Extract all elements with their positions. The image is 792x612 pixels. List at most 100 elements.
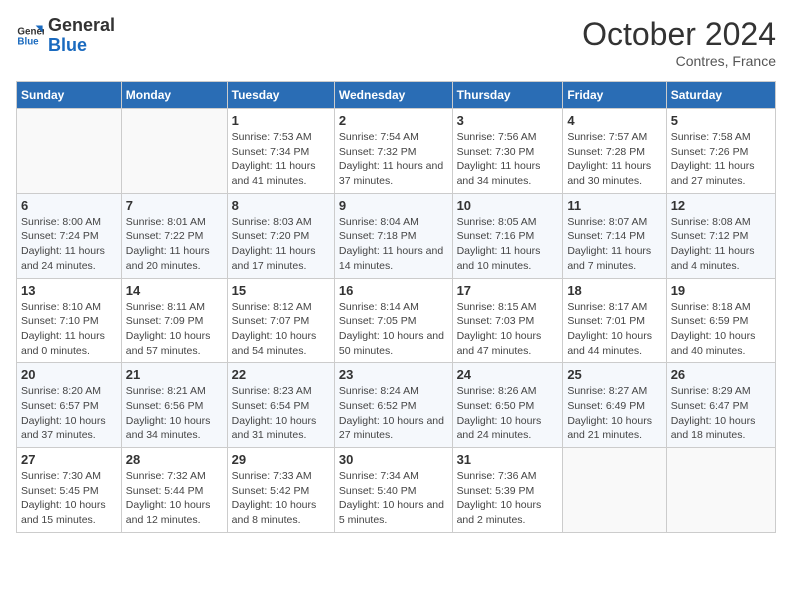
- calendar-cell: [17, 109, 122, 194]
- day-number: 8: [232, 198, 330, 213]
- day-number: 27: [21, 452, 117, 467]
- day-number: 24: [457, 367, 559, 382]
- day-number: 6: [21, 198, 117, 213]
- calendar-cell: 9 Sunrise: 8:04 AM Sunset: 7:18 PM Daylig…: [334, 193, 452, 278]
- day-number: 13: [21, 283, 117, 298]
- calendar-cell: 16Sunrise: 8:14 AM Sunset: 7:05 PM Dayli…: [334, 278, 452, 363]
- day-info: Sunrise: 8:12 AM Sunset: 7:07 PM Dayligh…: [232, 300, 330, 359]
- day-info: Sunrise: 8:01 AM Sunset: 7:22 PM Dayligh…: [126, 215, 223, 274]
- day-number: 30: [339, 452, 448, 467]
- calendar-cell: 19 Sunrise: 8:18 AM Sunset: 6:59 PM Dayli…: [666, 278, 775, 363]
- calendar-cell: 18 Sunrise: 8:17 AM Sunset: 7:01 PM Dayli…: [563, 278, 666, 363]
- day-number: 17: [457, 283, 559, 298]
- calendar-header: SundayMondayTuesdayWednesdayThursdayFrid…: [17, 82, 776, 109]
- day-info: Sunrise: 7:53 AM Sunset: 7:34 PM Dayligh…: [232, 130, 330, 189]
- calendar-cell: 1Sunrise: 7:53 AM Sunset: 7:34 PM Daylig…: [227, 109, 334, 194]
- calendar-cell: [563, 448, 666, 533]
- calendar-cell: 14 Sunrise: 8:11 AM Sunset: 7:09 PM Dayli…: [121, 278, 227, 363]
- calendar-cell: 28 Sunrise: 7:32 AM Sunset: 5:44 PM Dayli…: [121, 448, 227, 533]
- weekday-header-tuesday: Tuesday: [227, 82, 334, 109]
- svg-text:Blue: Blue: [17, 36, 39, 47]
- title-block: October 2024 Contres, France: [582, 16, 776, 69]
- calendar-cell: [666, 448, 775, 533]
- calendar-cell: [121, 109, 227, 194]
- day-number: 2: [339, 113, 448, 128]
- day-info: Sunrise: 8:11 AM Sunset: 7:09 PM Dayligh…: [126, 300, 223, 359]
- day-number: 21: [126, 367, 223, 382]
- weekday-header-thursday: Thursday: [452, 82, 563, 109]
- day-info: Sunrise: 8:14 AM Sunset: 7:05 PM Dayligh…: [339, 300, 448, 359]
- calendar-cell: 2Sunrise: 7:54 AM Sunset: 7:32 PM Daylig…: [334, 109, 452, 194]
- day-info: Sunrise: 8:21 AM Sunset: 6:56 PM Dayligh…: [126, 384, 223, 443]
- day-info: Sunrise: 8:07 AM Sunset: 7:14 PM Dayligh…: [567, 215, 661, 274]
- weekday-header-monday: Monday: [121, 82, 227, 109]
- calendar-cell: 4 Sunrise: 7:57 AM Sunset: 7:28 PM Daylig…: [563, 109, 666, 194]
- logo: General Blue General Blue: [16, 16, 115, 56]
- day-number: 12: [671, 198, 771, 213]
- day-number: 25: [567, 367, 661, 382]
- weekday-header-wednesday: Wednesday: [334, 82, 452, 109]
- day-number: 14: [126, 283, 223, 298]
- day-info: Sunrise: 7:56 AM Sunset: 7:30 PM Dayligh…: [457, 130, 559, 189]
- day-number: 18: [567, 283, 661, 298]
- day-number: 9: [339, 198, 448, 213]
- calendar-cell: 30 Sunrise: 7:34 AM Sunset: 5:40 PM Dayli…: [334, 448, 452, 533]
- location-subtitle: Contres, France: [582, 53, 776, 69]
- day-info: Sunrise: 7:32 AM Sunset: 5:44 PM Dayligh…: [126, 469, 223, 528]
- calendar-cell: 29Sunrise: 7:33 AM Sunset: 5:42 PM Dayli…: [227, 448, 334, 533]
- day-number: 3: [457, 113, 559, 128]
- logo-general-text: General: [48, 16, 115, 36]
- calendar-cell: 6 Sunrise: 8:00 AM Sunset: 7:24 PM Daylig…: [17, 193, 122, 278]
- day-number: 20: [21, 367, 117, 382]
- calendar-body: 1Sunrise: 7:53 AM Sunset: 7:34 PM Daylig…: [17, 109, 776, 533]
- calendar-week-1: 1Sunrise: 7:53 AM Sunset: 7:34 PM Daylig…: [17, 109, 776, 194]
- calendar-cell: 31 Sunrise: 7:36 AM Sunset: 5:39 PM Dayli…: [452, 448, 563, 533]
- weekday-header-friday: Friday: [563, 82, 666, 109]
- calendar-cell: 8 Sunrise: 8:03 AM Sunset: 7:20 PM Daylig…: [227, 193, 334, 278]
- day-number: 19: [671, 283, 771, 298]
- weekday-header-saturday: Saturday: [666, 82, 775, 109]
- calendar-cell: 3 Sunrise: 7:56 AM Sunset: 7:30 PM Daylig…: [452, 109, 563, 194]
- day-info: Sunrise: 8:00 AM Sunset: 7:24 PM Dayligh…: [21, 215, 117, 274]
- logo-icon: General Blue: [16, 22, 44, 50]
- day-info: Sunrise: 7:34 AM Sunset: 5:40 PM Dayligh…: [339, 469, 448, 528]
- day-info: Sunrise: 7:57 AM Sunset: 7:28 PM Dayligh…: [567, 130, 661, 189]
- day-info: Sunrise: 8:08 AM Sunset: 7:12 PM Dayligh…: [671, 215, 771, 274]
- month-title: October 2024: [582, 16, 776, 53]
- calendar-cell: 27 Sunrise: 7:30 AM Sunset: 5:45 PM Dayli…: [17, 448, 122, 533]
- calendar-cell: 7Sunrise: 8:01 AM Sunset: 7:22 PM Daylig…: [121, 193, 227, 278]
- calendar-cell: 21 Sunrise: 8:21 AM Sunset: 6:56 PM Dayli…: [121, 363, 227, 448]
- calendar-cell: 24 Sunrise: 8:26 AM Sunset: 6:50 PM Dayli…: [452, 363, 563, 448]
- page-header: General Blue General Blue October 2024 C…: [16, 16, 776, 69]
- day-info: Sunrise: 8:18 AM Sunset: 6:59 PM Dayligh…: [671, 300, 771, 359]
- calendar-week-5: 27 Sunrise: 7:30 AM Sunset: 5:45 PM Dayli…: [17, 448, 776, 533]
- day-info: Sunrise: 8:24 AM Sunset: 6:52 PM Dayligh…: [339, 384, 448, 443]
- day-number: 31: [457, 452, 559, 467]
- calendar-cell: 17Sunrise: 8:15 AM Sunset: 7:03 PM Dayli…: [452, 278, 563, 363]
- day-info: Sunrise: 7:30 AM Sunset: 5:45 PM Dayligh…: [21, 469, 117, 528]
- day-info: Sunrise: 7:33 AM Sunset: 5:42 PM Dayligh…: [232, 469, 330, 528]
- day-number: 28: [126, 452, 223, 467]
- day-info: Sunrise: 8:23 AM Sunset: 6:54 PM Dayligh…: [232, 384, 330, 443]
- calendar-cell: 22 Sunrise: 8:23 AM Sunset: 6:54 PM Dayli…: [227, 363, 334, 448]
- logo-blue-text: Blue: [48, 36, 115, 56]
- calendar-cell: 13Sunrise: 8:10 AM Sunset: 7:10 PM Dayli…: [17, 278, 122, 363]
- day-number: 15: [232, 283, 330, 298]
- calendar-week-2: 6 Sunrise: 8:00 AM Sunset: 7:24 PM Daylig…: [17, 193, 776, 278]
- day-number: 22: [232, 367, 330, 382]
- day-info: Sunrise: 8:29 AM Sunset: 6:47 PM Dayligh…: [671, 384, 771, 443]
- day-number: 23: [339, 367, 448, 382]
- calendar-cell: 10Sunrise: 8:05 AM Sunset: 7:16 PM Dayli…: [452, 193, 563, 278]
- day-number: 4: [567, 113, 661, 128]
- calendar-week-3: 13Sunrise: 8:10 AM Sunset: 7:10 PM Dayli…: [17, 278, 776, 363]
- day-info: Sunrise: 8:26 AM Sunset: 6:50 PM Dayligh…: [457, 384, 559, 443]
- day-info: Sunrise: 7:36 AM Sunset: 5:39 PM Dayligh…: [457, 469, 559, 528]
- day-info: Sunrise: 8:04 AM Sunset: 7:18 PM Dayligh…: [339, 215, 448, 274]
- calendar-table: SundayMondayTuesdayWednesdayThursdayFrid…: [16, 81, 776, 533]
- calendar-cell: 23 Sunrise: 8:24 AM Sunset: 6:52 PM Dayli…: [334, 363, 452, 448]
- day-info: Sunrise: 8:17 AM Sunset: 7:01 PM Dayligh…: [567, 300, 661, 359]
- day-info: Sunrise: 8:05 AM Sunset: 7:16 PM Dayligh…: [457, 215, 559, 274]
- day-info: Sunrise: 8:27 AM Sunset: 6:49 PM Dayligh…: [567, 384, 661, 443]
- day-info: Sunrise: 8:03 AM Sunset: 7:20 PM Dayligh…: [232, 215, 330, 274]
- calendar-cell: 15 Sunrise: 8:12 AM Sunset: 7:07 PM Dayli…: [227, 278, 334, 363]
